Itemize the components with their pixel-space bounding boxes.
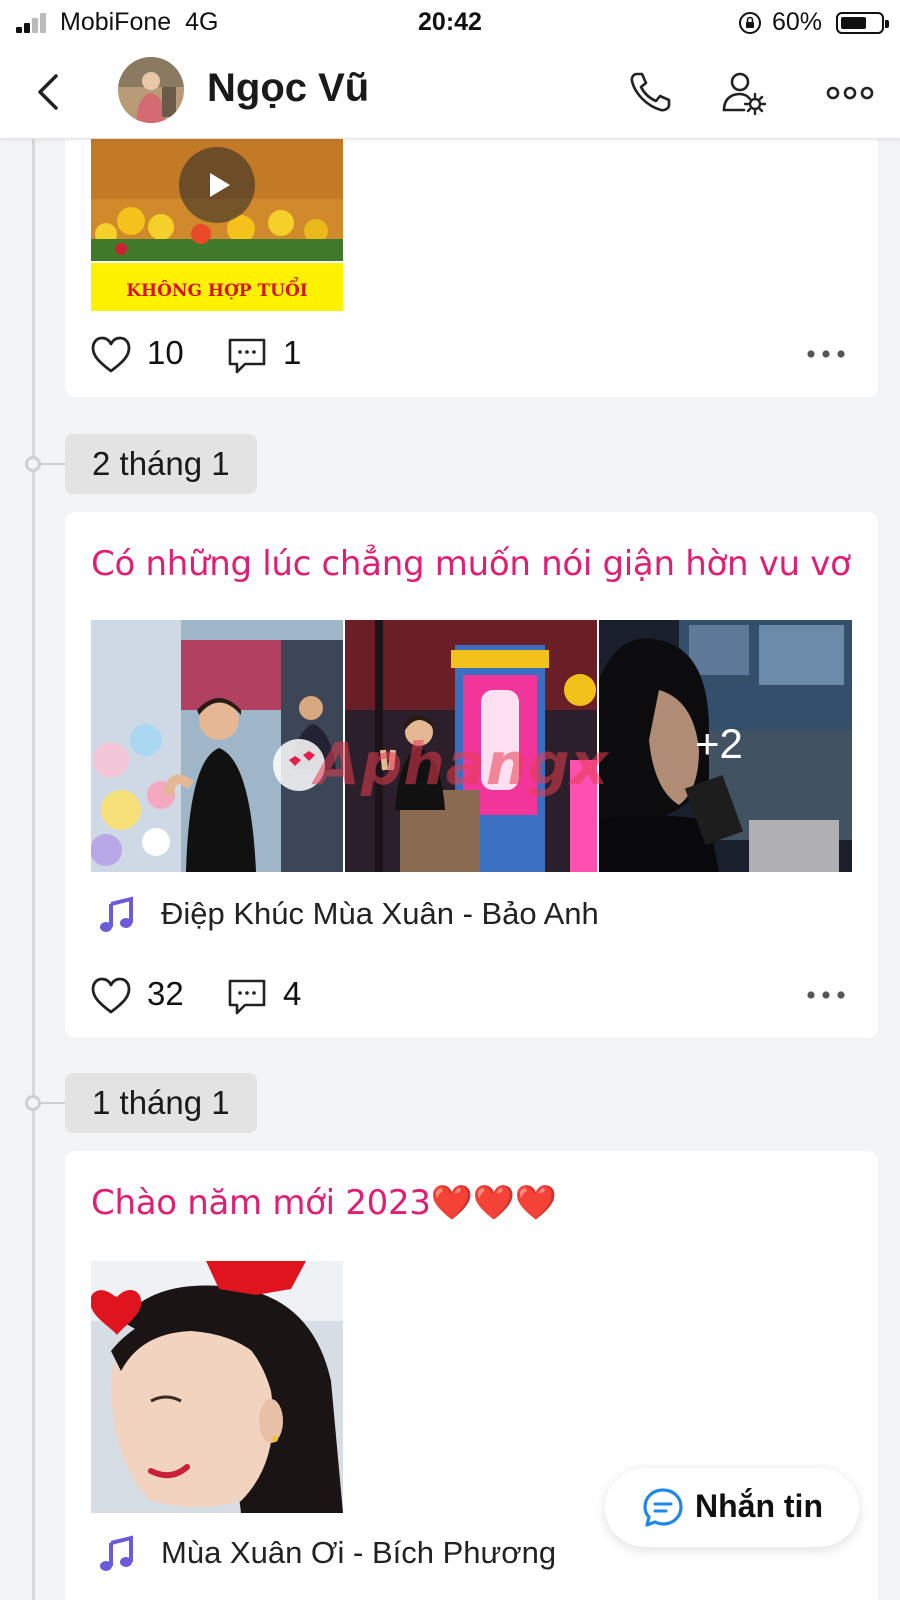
heart-emoji: ❤️❤️❤️: [430, 1183, 557, 1223]
photo-thumbnail[interactable]: [91, 1261, 343, 1513]
timeline-connector: [40, 1102, 66, 1104]
post-more-icon[interactable]: [806, 349, 846, 359]
heart-icon[interactable]: [91, 977, 131, 1015]
thumbnail-caption: KHÔNG HỢP TUỔI: [126, 281, 308, 301]
battery-percent: 60%: [772, 8, 823, 36]
song-title: Điệp Khúc Mùa Xuân - Bảo Anh: [161, 896, 599, 931]
send-message-button[interactable]: Nhắn tin: [605, 1468, 859, 1547]
watermark: Aphangx: [315, 730, 610, 798]
profile-header: Ngọc Vũ: [0, 46, 900, 139]
video-thumbnail[interactable]: KHÔNG HỢP TUỔI: [91, 139, 343, 311]
more-photos-overlay: +2: [695, 720, 743, 767]
timeline-connector: [40, 463, 66, 465]
comment-count: 4: [283, 975, 302, 1012]
heart-icon[interactable]: [91, 336, 131, 374]
play-icon[interactable]: [179, 147, 255, 223]
comment-count: 1: [283, 334, 302, 371]
photo-thumbnail[interactable]: [91, 620, 343, 872]
song-title: Mùa Xuân Ơi - Bích Phương: [161, 1535, 557, 1570]
post-actions: 10 1: [91, 329, 852, 379]
rotation-lock-icon: [739, 12, 761, 34]
post-title: Chào năm mới 2023❤️❤️❤️: [91, 1183, 557, 1223]
music-note-icon: [100, 1535, 133, 1571]
more-horizontal-icon[interactable]: [825, 68, 875, 118]
post-card[interactable]: Có những lúc chẳng muốn nói giận hờn vu …: [65, 512, 878, 1038]
like-count: 10: [147, 334, 184, 371]
post-card[interactable]: KHÔNG HỢP TUỔI 10 1: [65, 139, 878, 397]
timeline-line: [32, 139, 35, 1600]
comment-icon[interactable]: [227, 337, 267, 375]
comment-icon[interactable]: [227, 978, 267, 1016]
date-label: 1 tháng 1: [65, 1073, 257, 1133]
back-chevron-icon[interactable]: [30, 70, 70, 114]
timeline-dot: [25, 1095, 41, 1111]
send-message-label: Nhắn tin: [695, 1488, 823, 1524]
post-title: Có những lúc chẳng muốn nói giận hờn vu …: [91, 544, 851, 584]
status-time: 20:42: [418, 8, 482, 36]
status-bar: MobiFone 4G 20:42 60%: [0, 0, 900, 46]
date-label: 2 tháng 1: [65, 434, 257, 494]
music-note-icon: [100, 896, 133, 932]
battery-icon: [836, 12, 889, 34]
chat-bubble-icon: [643, 1488, 683, 1527]
post-more-icon[interactable]: [806, 990, 846, 1000]
avatar[interactable]: [118, 57, 184, 123]
timeline-dot: [25, 456, 41, 472]
post-actions: 32 4: [91, 970, 852, 1020]
like-count: 32: [147, 975, 184, 1012]
profile-name: Ngọc Vũ: [207, 66, 370, 110]
phone-icon[interactable]: [625, 68, 675, 118]
user-settings-icon[interactable]: [718, 68, 768, 118]
photo-thumbnail[interactable]: +2: [599, 620, 852, 872]
